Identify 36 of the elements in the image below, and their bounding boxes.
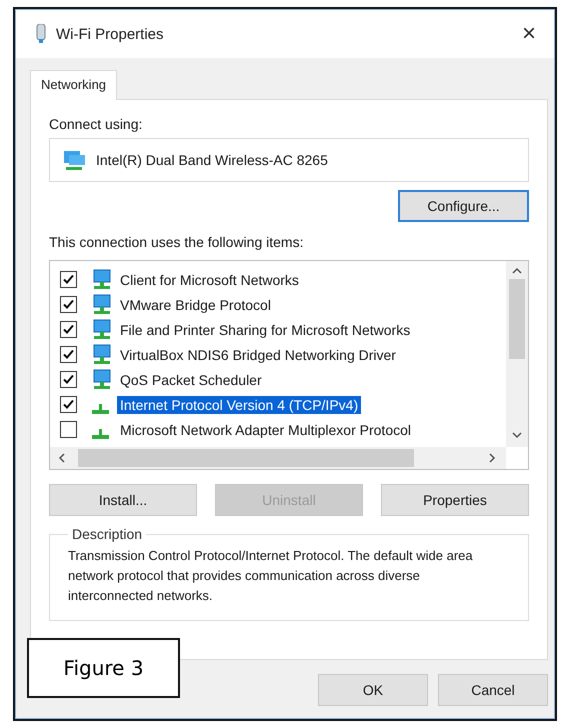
checkbox[interactable] (60, 296, 77, 313)
dialog-button[interactable]: Cancel (438, 674, 548, 706)
tab[interactable]: Networking (30, 70, 118, 100)
list-item[interactable]: Microsoft Network Adapter Multiplexor Protocol (117, 420, 414, 438)
adapter-field: Intel(R) Dual Band Wireless-AC 8265 (49, 138, 529, 182)
list-item[interactable]: QoS Packet Scheduler (117, 370, 265, 388)
item-button[interactable]: Properties (381, 484, 529, 516)
list-item[interactable]: Client for Microsoft Networks (117, 270, 302, 288)
vertical-scrollbar[interactable] (506, 261, 528, 447)
checkbox[interactable] (60, 321, 77, 338)
description-text: Transmission Control Protocol/Internet Protocol. The default wide area network protocol that provides communication across diverse interconnected networks. (68, 547, 474, 605)
protocol-icon (92, 404, 109, 414)
close-button[interactable]: × (518, 20, 540, 48)
scroll-down-icon[interactable] (512, 431, 522, 441)
list-item[interactable]: File and Printer Sharing for Microsoft Networks (117, 320, 414, 338)
configure-button[interactable]: Configure... (398, 190, 529, 222)
scroll-right-icon[interactable] (488, 453, 498, 463)
checkbox[interactable] (60, 271, 77, 288)
checkbox[interactable] (60, 421, 77, 438)
figure-caption: Figure 3 (27, 638, 180, 698)
dialog-button[interactable]: OK (318, 674, 428, 706)
checkbox[interactable] (60, 346, 77, 363)
item-button[interactable]: Install... (49, 484, 197, 516)
checkbox[interactable] (60, 371, 77, 388)
window-title: Wi-Fi Properties (56, 26, 165, 42)
list-item[interactable]: Internet Protocol Version 4 (TCP/IPv4) (117, 396, 362, 414)
network-adapter-icon (62, 149, 86, 171)
protocol-icon (92, 428, 109, 438)
connect-using-label: Connect using: (49, 116, 144, 132)
checkbox[interactable] (60, 396, 77, 413)
list-item[interactable]: VMware Bridge Protocol (117, 296, 274, 314)
horizontal-scrollbar[interactable] (50, 447, 506, 469)
description-title: Description (71, 526, 144, 542)
items-label: This connection uses the following items: (49, 234, 304, 250)
list-item[interactable]: VirtualBox NDIS6 Bridged Networking Driver (117, 346, 399, 364)
wifi-adapter-icon (36, 24, 46, 44)
